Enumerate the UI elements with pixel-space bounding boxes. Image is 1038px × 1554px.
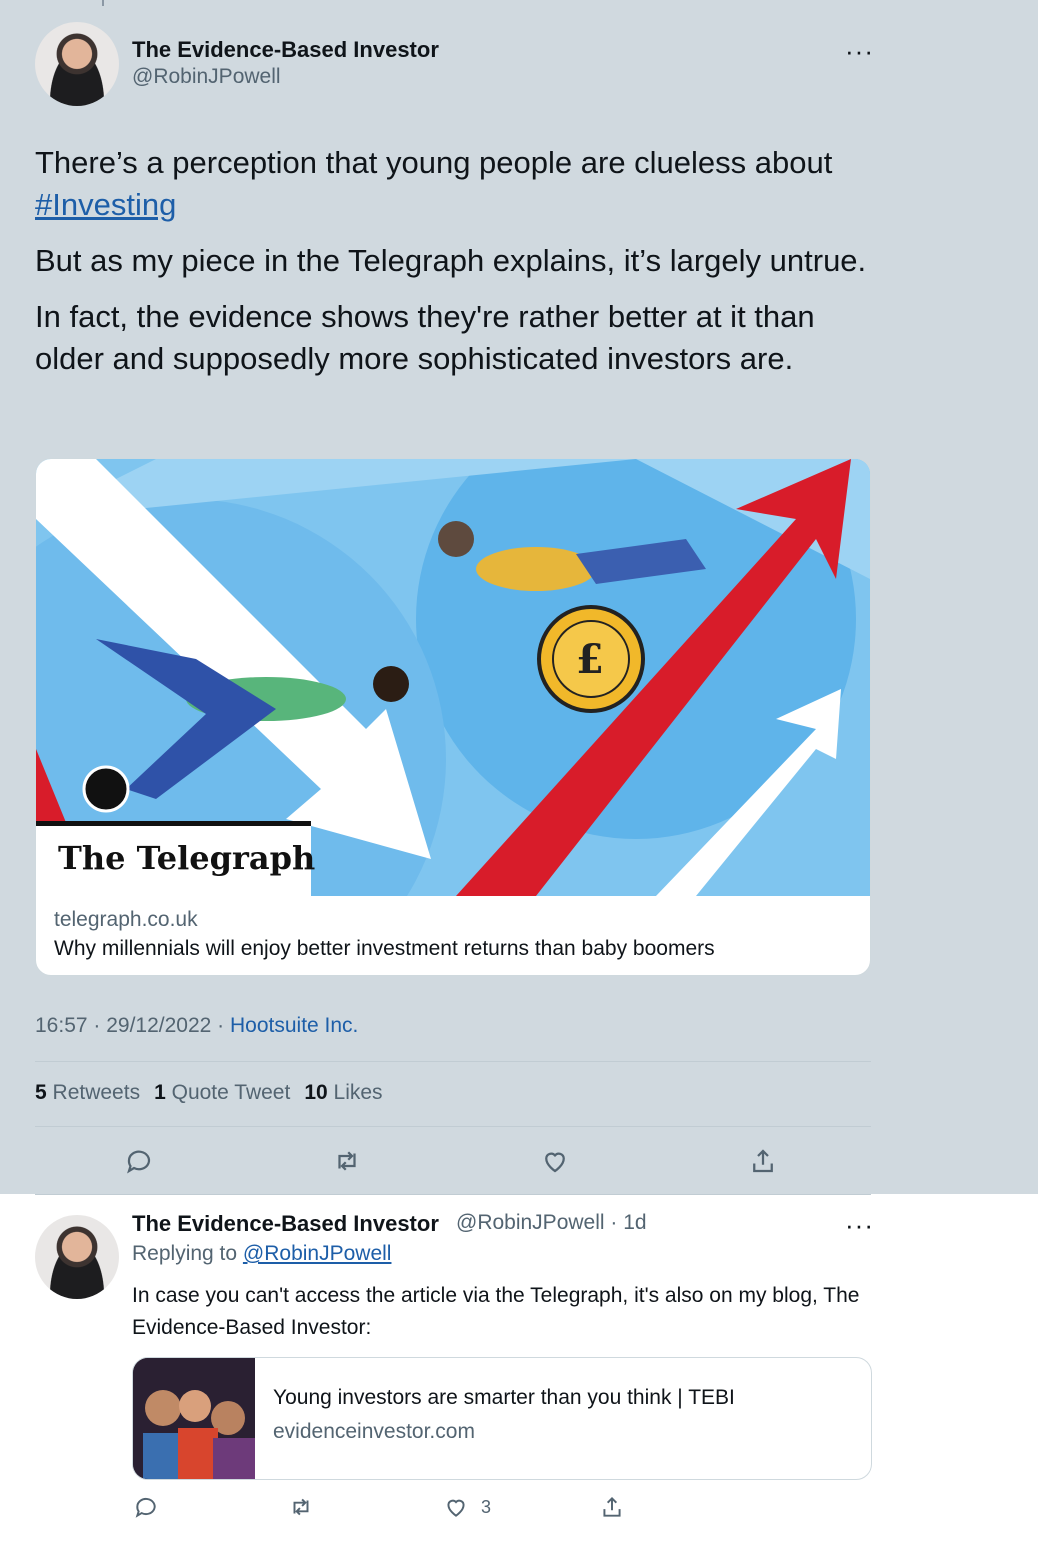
blog-link-card[interactable]: Young investors are smarter than you thi…	[132, 1357, 872, 1480]
blog-card-domain: evidenceinvestor.com	[273, 1420, 475, 1443]
timestamp[interactable]: 16:57 · 29/12/2022 ·	[35, 1014, 230, 1037]
thumbnail-image	[133, 1358, 255, 1479]
author-avatar[interactable]	[35, 22, 119, 106]
illustration: £	[36, 459, 870, 896]
divider	[35, 1126, 871, 1127]
quotes-label: Quote Tweet	[171, 1081, 291, 1104]
tweet-meta: 16:57 · 29/12/2022 · Hootsuite Inc.	[35, 1014, 358, 1038]
retweets-stat[interactable]: 5 Retweets	[35, 1081, 140, 1105]
like-icon[interactable]	[538, 1144, 572, 1178]
share-icon[interactable]	[746, 1144, 780, 1178]
tweet-paragraph-1: There’s a perception that young people a…	[35, 142, 885, 226]
more-icon[interactable]: ···	[845, 38, 874, 64]
card-domain: telegraph.co.uk	[54, 908, 198, 931]
tweet-text-line1: There’s a perception that young people a…	[35, 145, 833, 180]
hashtag-link[interactable]: #Investing	[35, 187, 176, 222]
author-name[interactable]: The Evidence-Based Investor	[132, 37, 439, 63]
replying-handle-link[interactable]: @RobinJPowell	[243, 1242, 392, 1265]
like-count: 3	[481, 1496, 492, 1517]
like-icon	[447, 1499, 465, 1517]
replying-to: Replying to @RobinJPowell	[132, 1242, 391, 1266]
link-card[interactable]: £ The Telegraph telegraph.co.uk Why mill…	[35, 458, 871, 976]
card-title: Why millennials will enjoy better invest…	[54, 937, 715, 960]
blog-card-thumbnail	[133, 1358, 255, 1479]
blog-card-title: Young investors are smarter than you thi…	[273, 1386, 735, 1409]
author-handle[interactable]: @RobinJPowell	[132, 65, 281, 89]
reply-text: In case you can't access the article via…	[132, 1284, 860, 1339]
retweets-label: Retweets	[52, 1081, 141, 1104]
thread-line	[102, 0, 104, 6]
likes-label: Likes	[333, 1081, 383, 1104]
main-tweet: The Evidence-Based Investor @RobinJPowel…	[0, 0, 1038, 1194]
retweet-icon[interactable]	[288, 1494, 314, 1520]
divider	[35, 1194, 871, 1195]
tweet-paragraph-2: But as my piece in the Telegraph explain…	[35, 243, 867, 278]
likes-stat[interactable]: 10 Likes	[304, 1081, 382, 1105]
reply-author-name[interactable]: The Evidence-Based Investor	[132, 1211, 439, 1237]
engagement-stats: 5 Retweets 1 Quote Tweet 10 Likes	[35, 1081, 383, 1105]
share-icon[interactable]	[599, 1494, 625, 1520]
quotes-stat[interactable]: 1 Quote Tweet	[154, 1081, 290, 1105]
reply-icon[interactable]	[122, 1144, 156, 1178]
reply-author-handle[interactable]: @RobinJPowell · 1d	[456, 1211, 647, 1235]
like-action[interactable]: 3	[443, 1494, 491, 1520]
card-image: £ The Telegraph	[36, 459, 870, 896]
svg-text:£: £	[576, 636, 604, 683]
retweets-count: 5	[35, 1081, 47, 1104]
tweet-paragraph-3: In fact, the evidence shows they're rath…	[35, 299, 815, 376]
divider	[35, 1061, 871, 1062]
tweet-text: There’s a perception that young people a…	[35, 142, 885, 380]
reply-author-avatar[interactable]	[35, 1215, 119, 1299]
likes-count: 10	[304, 1081, 328, 1104]
telegraph-logo: The Telegraph	[58, 839, 316, 877]
more-icon[interactable]: ···	[845, 1212, 874, 1238]
source-link[interactable]: Hootsuite Inc.	[230, 1014, 358, 1037]
quotes-count: 1	[154, 1081, 166, 1104]
reply-icon[interactable]	[133, 1494, 159, 1520]
retweet-icon[interactable]	[330, 1144, 364, 1178]
replying-prefix: Replying to	[132, 1242, 243, 1265]
